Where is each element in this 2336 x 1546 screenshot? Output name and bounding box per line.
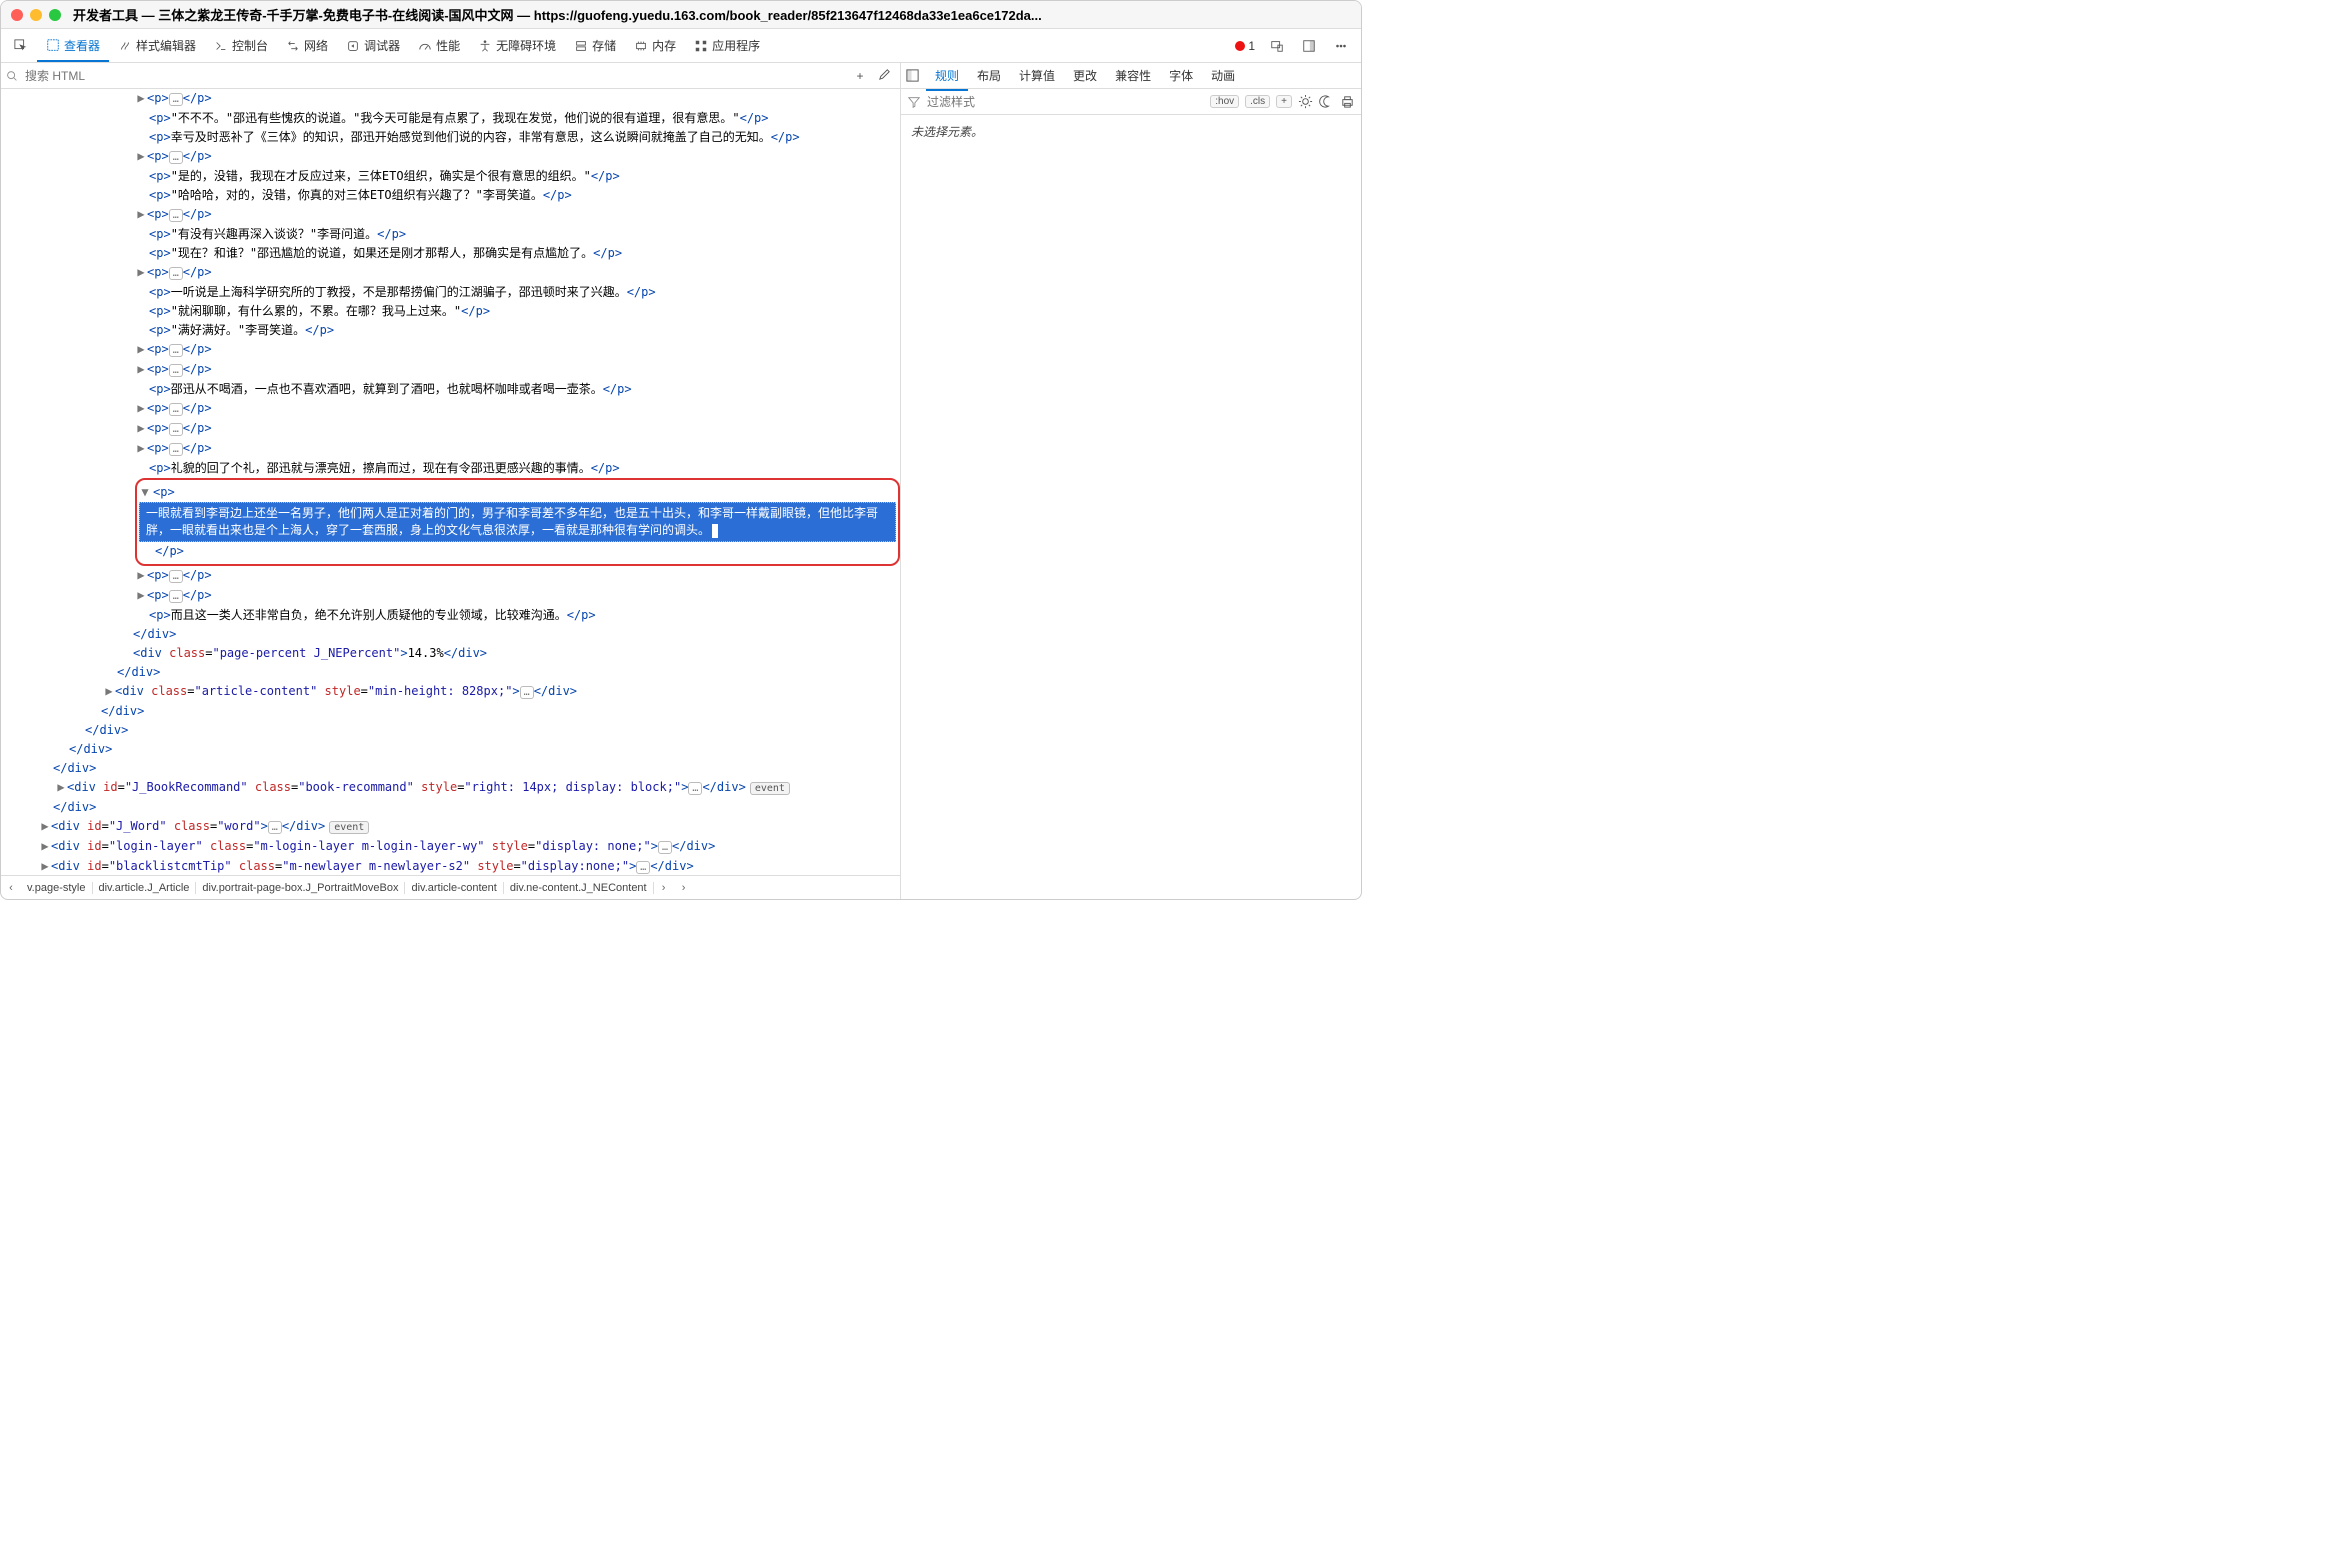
tab-rules[interactable]: 规则	[926, 63, 968, 91]
tab-console[interactable]: 控制台	[205, 31, 277, 60]
rules-tabs: 规则 布局 计算值 更改 兼容性 字体 动画	[901, 63, 1361, 89]
tab-fonts[interactable]: 字体	[1160, 63, 1202, 89]
rules-empty-message: 未选择元素。	[901, 115, 1361, 899]
cls-toggle[interactable]: .cls	[1245, 95, 1270, 108]
crumb-prev-button[interactable]: ‹	[1, 882, 21, 894]
html-search-input[interactable]	[19, 66, 848, 86]
html-search-bar: +	[1, 63, 900, 89]
tab-accessibility[interactable]: 无障碍环境	[469, 31, 565, 60]
crumb-item[interactable]: v.page-style	[21, 882, 93, 894]
tab-compat[interactable]: 兼容性	[1106, 63, 1160, 89]
hov-toggle[interactable]: :hov	[1210, 95, 1239, 108]
pick-element-icon	[14, 39, 28, 53]
tab-performance[interactable]: 性能	[409, 31, 469, 60]
add-rule-button[interactable]: +	[1276, 95, 1292, 108]
light-mode-icon[interactable]	[1298, 94, 1313, 109]
tab-computed[interactable]: 计算值	[1010, 63, 1064, 89]
dock-button[interactable]	[1293, 33, 1325, 59]
selected-node-text: 一眼就看到李哥边上还坐一名男子，他们两人是正对着的门的，男子和李哥差不多年纪，也…	[139, 502, 896, 542]
more-button[interactable]	[1325, 33, 1357, 59]
error-icon	[1235, 41, 1245, 51]
selected-node[interactable]: ▼<p> 一眼就看到李哥边上还坐一名男子，他们两人是正对着的门的，男子和李哥差不…	[135, 478, 900, 566]
tab-inspector[interactable]: 查看器	[37, 31, 109, 62]
network-icon	[286, 39, 300, 53]
more-icon	[1334, 39, 1348, 53]
filter-styles-input[interactable]	[927, 95, 1204, 109]
styleeditor-icon	[118, 39, 132, 53]
tab-network[interactable]: 网络	[277, 31, 337, 60]
panel-layout-icon[interactable]	[905, 68, 920, 83]
crumb-item[interactable]: div.ne-content.J_NEContent	[504, 882, 654, 894]
tab-changes[interactable]: 更改	[1064, 63, 1106, 89]
crumb-item[interactable]: div.portrait-page-box.J_PortraitMoveBox	[196, 882, 405, 894]
performance-icon	[418, 39, 432, 53]
markup-panel: + ▶<p>…</p> <p>"不不不。"邵迅有些愧疚的说道。"我今天可能是有点…	[1, 63, 901, 899]
tab-memory[interactable]: 内存	[625, 31, 685, 60]
tab-animations[interactable]: 动画	[1202, 63, 1244, 89]
dock-icon	[1302, 39, 1316, 53]
inspector-icon	[46, 38, 60, 52]
storage-icon	[574, 39, 588, 53]
error-count[interactable]: 1	[1229, 39, 1261, 53]
rules-panel: 规则 布局 计算值 更改 兼容性 字体 动画 :hov .cls + 未选择元素…	[901, 63, 1361, 899]
panel-tabs: 查看器 样式编辑器 控制台 网络 调试器 性能 无障碍环境 存储 内存 应用程序…	[1, 29, 1361, 63]
pencil-icon	[877, 67, 892, 82]
responsive-mode-button[interactable]	[1261, 33, 1293, 59]
apps-icon	[694, 39, 708, 53]
crumb-end-button[interactable]: ›	[674, 882, 694, 894]
pick-element-button[interactable]	[5, 33, 37, 59]
tab-apps[interactable]: 应用程序	[685, 31, 769, 60]
crumb-item[interactable]: div.article.J_Article	[93, 882, 197, 894]
titlebar: 开发者工具 — 三体之紫龙王传奇-千手万掌-免费电子书-在线阅读-国风中文网 —…	[1, 1, 1361, 29]
add-node-button[interactable]: +	[848, 69, 872, 83]
window-title: 开发者工具 — 三体之紫龙王传奇-千手万掌-免费电子书-在线阅读-国风中文网 —…	[73, 5, 1351, 24]
crumb-next-button[interactable]: ›	[654, 882, 674, 894]
dom-tree[interactable]: ▶<p>…</p> <p>"不不不。"邵迅有些愧疚的说道。"我今天可能是有点累了…	[1, 89, 900, 875]
tab-styleeditor[interactable]: 样式编辑器	[109, 31, 205, 60]
rules-toolbar: :hov .cls +	[901, 89, 1361, 115]
tab-debugger[interactable]: 调试器	[337, 31, 409, 60]
zoom-window-button[interactable]	[49, 9, 61, 21]
devtools-window: 开发者工具 — 三体之紫龙王传奇-千手万掌-免费电子书-在线阅读-国风中文网 —…	[0, 0, 1362, 900]
responsive-icon	[1270, 39, 1284, 53]
main-panels: + ▶<p>…</p> <p>"不不不。"邵迅有些愧疚的说道。"我今天可能是有点…	[1, 63, 1361, 899]
debugger-icon	[346, 39, 360, 53]
console-icon	[214, 39, 228, 53]
search-icon	[5, 69, 19, 83]
accessibility-icon	[478, 39, 492, 53]
minimize-window-button[interactable]	[30, 9, 42, 21]
close-window-button[interactable]	[11, 9, 23, 21]
tab-layout[interactable]: 布局	[968, 63, 1010, 89]
tab-storage[interactable]: 存储	[565, 31, 625, 60]
edit-html-button[interactable]	[872, 67, 896, 85]
dark-mode-icon[interactable]	[1319, 94, 1334, 109]
window-controls	[11, 9, 61, 21]
breadcrumbs: ‹ v.page-style div.article.J_Article div…	[1, 875, 900, 899]
crumb-item[interactable]: div.article-content	[405, 882, 503, 894]
memory-icon	[634, 39, 648, 53]
filter-icon	[907, 95, 921, 109]
print-mode-icon[interactable]	[1340, 94, 1355, 109]
